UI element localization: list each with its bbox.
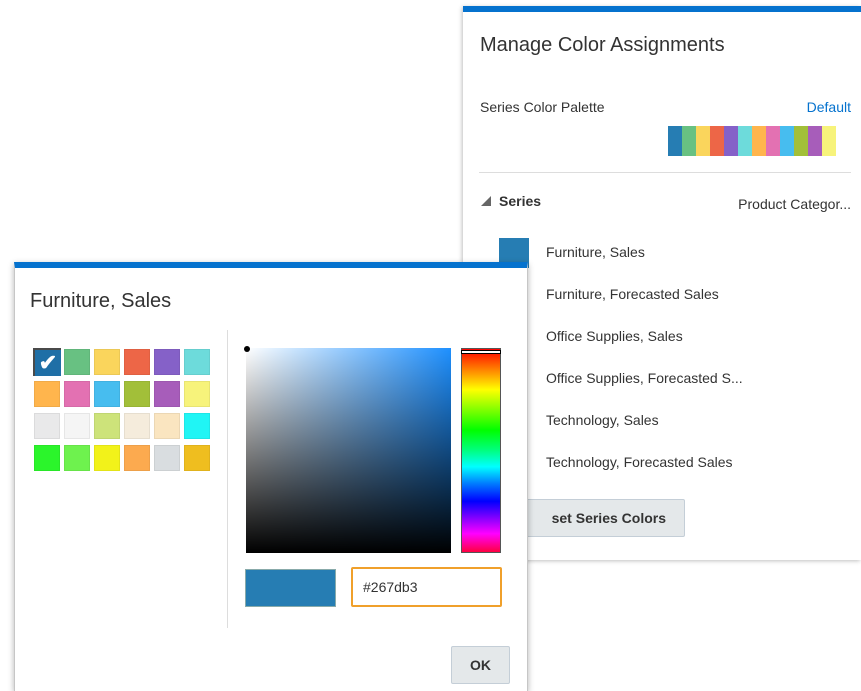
palette-default-link[interactable]: Default <box>807 99 851 115</box>
series-item[interactable]: Office Supplies, Sales <box>546 321 743 363</box>
swatch-grid: ✔ <box>33 348 210 471</box>
color-swatch[interactable] <box>64 445 90 471</box>
color-preview <box>245 569 336 607</box>
color-picker-dialog: Furniture, Sales ✔ OK <box>14 262 528 691</box>
series-item[interactable]: Technology, Sales <box>546 405 743 447</box>
color-swatch[interactable] <box>64 413 90 439</box>
palette-color-chip <box>668 126 682 156</box>
palette-color-chip <box>710 126 724 156</box>
color-swatch[interactable] <box>154 413 180 439</box>
color-swatch[interactable] <box>124 381 150 407</box>
color-swatch[interactable] <box>94 349 120 375</box>
series-label: Series <box>499 193 542 209</box>
color-swatch[interactable] <box>34 445 60 471</box>
color-swatch[interactable] <box>94 413 120 439</box>
series-section-toggle[interactable]: Series <box>481 193 541 209</box>
color-swatch[interactable] <box>94 381 120 407</box>
series-item[interactable]: Furniture, Forecasted Sales <box>546 279 743 321</box>
checkmark-icon: ✔ <box>35 350 61 376</box>
color-swatch[interactable]: ✔ <box>33 348 61 376</box>
series-item[interactable]: Office Supplies, Forecasted S... <box>546 363 743 405</box>
palette-color-chip <box>780 126 794 156</box>
color-swatch[interactable] <box>124 349 150 375</box>
color-swatch[interactable] <box>184 445 210 471</box>
panel-title: Manage Color Assignments <box>480 34 725 56</box>
color-swatch[interactable] <box>184 381 210 407</box>
palette-color-strip[interactable] <box>668 126 836 156</box>
hue-slider[interactable] <box>461 348 501 553</box>
palette-color-chip <box>682 126 696 156</box>
ok-button[interactable]: OK <box>451 646 510 684</box>
vertical-divider <box>227 330 228 628</box>
reset-series-colors-button[interactable]: set Series Colors <box>503 499 685 537</box>
hex-color-input[interactable] <box>351 567 502 607</box>
color-swatch[interactable] <box>34 381 60 407</box>
series-item[interactable]: Furniture, Sales <box>546 237 743 279</box>
color-swatch[interactable] <box>154 445 180 471</box>
color-swatch[interactable] <box>124 445 150 471</box>
collapse-triangle-icon <box>481 196 491 206</box>
series-color-palette-label: Series Color Palette <box>480 99 605 115</box>
color-swatch[interactable] <box>64 349 90 375</box>
picker-cursor[interactable] <box>244 346 250 352</box>
palette-color-chip <box>808 126 822 156</box>
palette-color-chip <box>822 126 836 156</box>
divider <box>479 172 851 173</box>
color-swatch[interactable] <box>154 349 180 375</box>
palette-color-chip <box>738 126 752 156</box>
saturation-value-area[interactable] <box>244 346 451 553</box>
palette-color-chip <box>724 126 738 156</box>
series-list: Furniture, Sales Furniture, Forecasted S… <box>546 237 743 489</box>
color-swatch[interactable] <box>184 349 210 375</box>
color-swatch[interactable] <box>184 413 210 439</box>
color-swatch[interactable] <box>64 381 90 407</box>
color-swatch[interactable] <box>124 413 150 439</box>
palette-color-chip <box>752 126 766 156</box>
color-swatch[interactable] <box>34 413 60 439</box>
color-swatch[interactable] <box>154 381 180 407</box>
hue-slider-handle[interactable] <box>461 350 501 354</box>
dialog-title: Furniture, Sales <box>30 290 172 312</box>
color-swatch[interactable] <box>94 445 120 471</box>
palette-color-chip <box>766 126 780 156</box>
series-category: Product Categor... <box>738 196 851 212</box>
palette-color-chip <box>696 126 710 156</box>
series-item[interactable]: Technology, Forecasted Sales <box>546 447 743 489</box>
palette-color-chip <box>794 126 808 156</box>
